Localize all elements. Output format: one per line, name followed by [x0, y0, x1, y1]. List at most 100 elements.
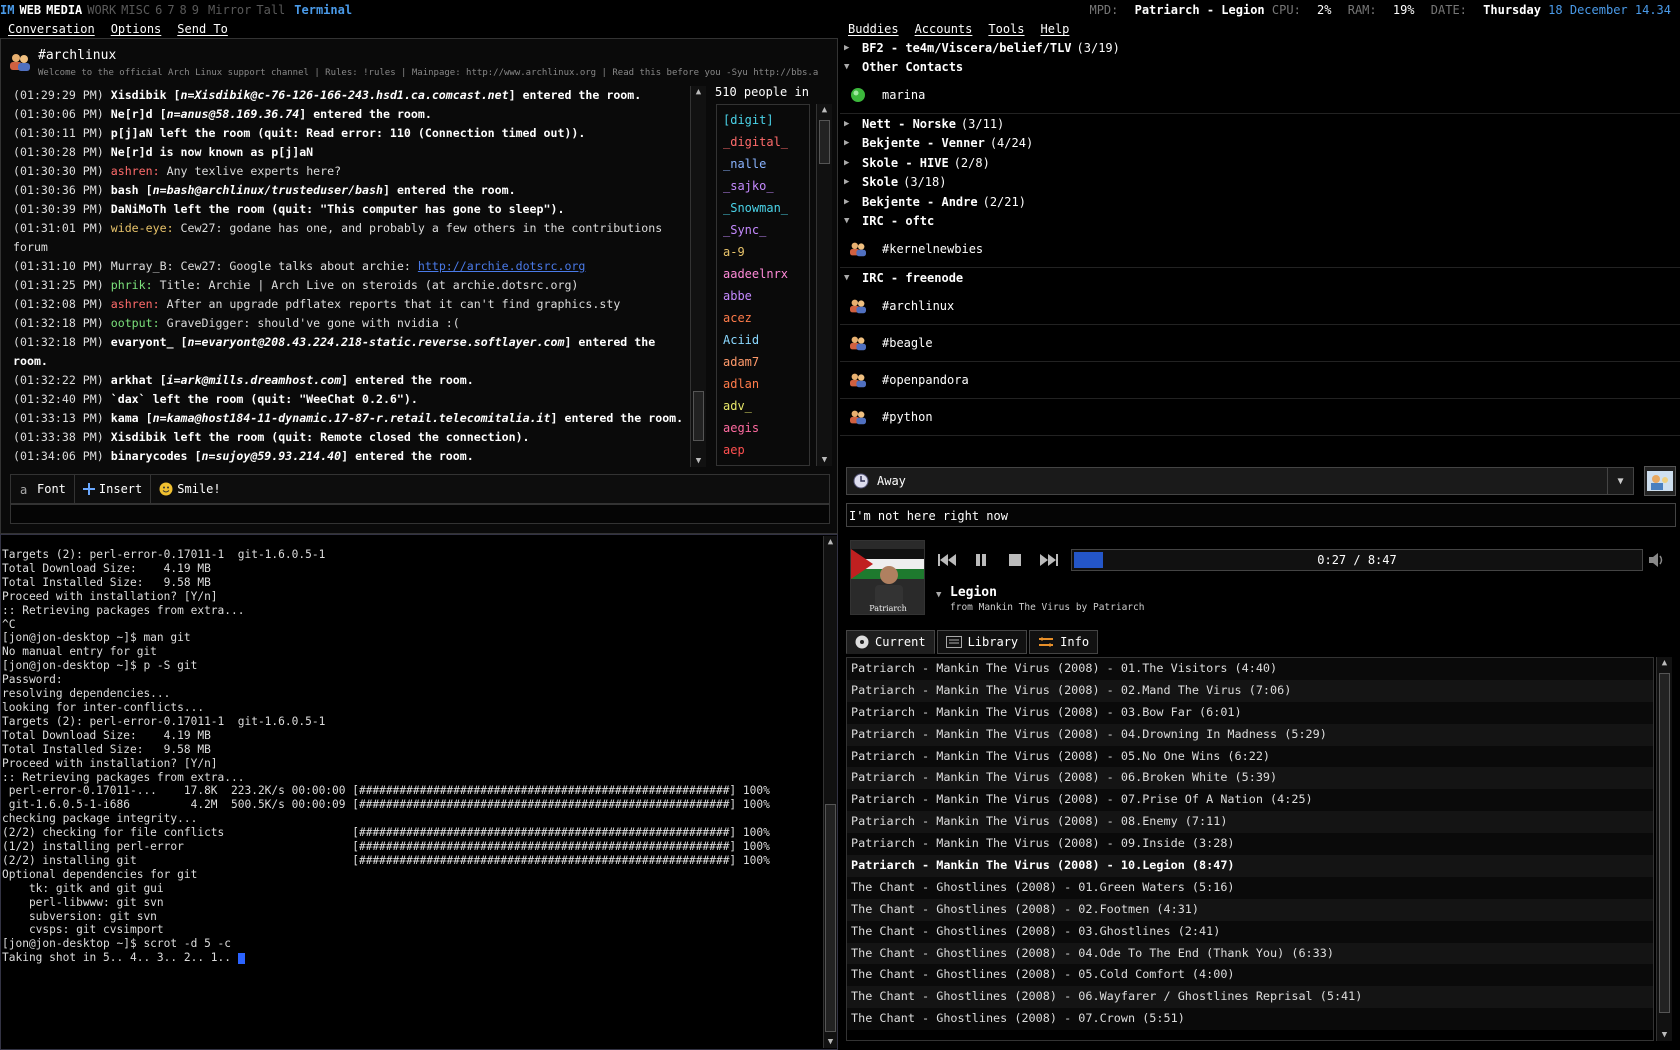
tag-9[interactable]: 9	[192, 3, 199, 17]
playlist-item[interactable]: Patriarch - Mankin The Virus (2008) - 08…	[847, 811, 1653, 834]
user-list-item[interactable]: _digital_	[717, 131, 809, 153]
tag-media[interactable]: MEDIA	[46, 3, 82, 17]
pause-button[interactable]	[970, 550, 992, 570]
user-list-item[interactable]: _nalle	[717, 153, 809, 175]
tag-8[interactable]: 8	[180, 3, 187, 17]
buddy-group[interactable]: ▶ Skole (3/18)	[840, 173, 1680, 193]
user-list-item[interactable]: _sajko_	[717, 175, 809, 197]
collapsed-triangle-icon[interactable]: ▶	[844, 158, 856, 168]
menu-help[interactable]: Help	[1041, 22, 1070, 36]
menu-tools[interactable]: Tools	[988, 22, 1024, 36]
volume-button[interactable]	[1648, 552, 1666, 571]
playlist-item[interactable]: The Chant - Ghostlines (2008) - 05.Cold …	[847, 964, 1653, 987]
sender-nick[interactable]: phrik:	[111, 278, 153, 292]
user-list-item[interactable]: _Sync_	[717, 219, 809, 241]
scroll-down-arrow[interactable]: ▼	[1657, 1029, 1672, 1041]
chat-scroll-thumb[interactable]	[693, 391, 704, 441]
tag-web[interactable]: WEB	[19, 3, 41, 17]
buddy-group[interactable]: ▶ Nett - Norske (3/11)	[840, 114, 1680, 134]
collapsed-triangle-icon[interactable]: ▶	[844, 177, 856, 187]
buddy-item[interactable]: #archlinux	[840, 288, 1680, 324]
expanded-triangle-icon[interactable]: ▼	[844, 62, 856, 72]
tag-misc[interactable]: MISC	[121, 3, 150, 17]
layout-tall[interactable]: Tall	[256, 3, 285, 17]
playlist-item[interactable]: The Chant - Ghostlines (2008) - 04.Ode T…	[847, 942, 1653, 965]
smile-button[interactable]: Smile!	[151, 475, 228, 503]
user-list-item[interactable]: aep	[717, 439, 809, 461]
seek-bar[interactable]: 0:27 / 8:47	[1071, 549, 1643, 571]
playlist-item[interactable]: Patriarch - Mankin The Virus (2008) - 01…	[847, 658, 1653, 680]
expand-track-icon[interactable]: ▼	[936, 590, 941, 600]
buddy-item[interactable]: #python	[840, 399, 1680, 435]
playlist-item[interactable]: The Chant - Ghostlines (2008) - 07.Crown…	[847, 1008, 1653, 1031]
terminal-scroll-thumb[interactable]	[825, 804, 836, 1032]
sender-nick[interactable]: ootput:	[111, 316, 160, 330]
user-list-item[interactable]: [digit]	[717, 109, 809, 131]
playlist-item[interactable]: Patriarch - Mankin The Virus (2008) - 07…	[847, 789, 1653, 812]
font-button[interactable]: a Font	[11, 475, 75, 503]
message-link[interactable]: http://archie.dotsrc.org	[418, 259, 586, 273]
user-list-item[interactable]: Aciid	[717, 329, 809, 351]
buddy-item[interactable]: #beagle	[840, 325, 1680, 361]
buddy-group[interactable]: ▶ Skole - HIVE (2/8)	[840, 153, 1680, 173]
playlist-item[interactable]: Patriarch - Mankin The Virus (2008) - 10…	[847, 855, 1653, 877]
user-list-item[interactable]: a-9	[717, 241, 809, 263]
tab-info[interactable]: Info	[1029, 630, 1099, 654]
user-list-item[interactable]: aadeelnrx	[717, 263, 809, 285]
sender-nick[interactable]: Murray_B:	[111, 259, 174, 273]
playlist-item[interactable]: The Chant - Ghostlines (2008) - 01.Green…	[847, 876, 1653, 899]
user-list-item[interactable]: adam7	[717, 351, 809, 373]
playlist-item[interactable]: Patriarch - Mankin The Virus (2008) - 02…	[847, 679, 1653, 702]
collapsed-triangle-icon[interactable]: ▶	[844, 43, 856, 53]
tag-7[interactable]: 7	[167, 3, 174, 17]
user-list-item[interactable]: abbe	[717, 285, 809, 307]
playlist-item[interactable]: The Chant - Ghostlines (2008) - 06.Wayfa…	[847, 986, 1653, 1009]
playlist-item[interactable]: Patriarch - Mankin The Virus (2008) - 04…	[847, 723, 1653, 746]
insert-button[interactable]: Insert	[75, 475, 152, 503]
menu-options[interactable]: Options	[111, 22, 162, 36]
scroll-up-arrow[interactable]: ▲	[1657, 657, 1672, 669]
userlist-scroll-thumb[interactable]	[819, 120, 830, 164]
buddy-group[interactable]: ▼ IRC - oftc	[840, 212, 1680, 232]
playlist-item[interactable]: Patriarch - Mankin The Virus (2008) - 06…	[847, 767, 1653, 790]
userlist-scrollbar[interactable]: ▲ ▼	[816, 104, 832, 466]
tab-current[interactable]: Current	[846, 630, 935, 654]
buddy-group[interactable]: ▶ Bekjente - Andre (2/21)	[840, 192, 1680, 212]
buddy-group[interactable]: ▶ BF2 - te4m/Viscera/belief/TLV (3/19)	[840, 38, 1680, 58]
collapsed-triangle-icon[interactable]: ▶	[844, 197, 856, 207]
sender-nick[interactable]: wide-eye:	[111, 221, 174, 235]
scroll-up-arrow[interactable]: ▲	[824, 536, 837, 548]
tag-work[interactable]: WORK	[87, 3, 116, 17]
stop-button[interactable]	[1004, 550, 1026, 570]
buddy-group[interactable]: ▼ Other Contacts	[840, 58, 1680, 78]
away-message-input[interactable]: I'm not here right now	[846, 503, 1676, 527]
chevron-down-icon[interactable]: ▼	[1607, 468, 1633, 494]
buddy-item[interactable]: #openpandora	[840, 362, 1680, 398]
buddy-item[interactable]: #kernelnewbies	[840, 231, 1680, 267]
tag-6[interactable]: 6	[155, 3, 162, 17]
menu-conversation[interactable]: Conversation	[8, 22, 95, 36]
terminal-scrollbar[interactable]: ▲ ▼	[823, 536, 837, 1048]
scroll-down-arrow[interactable]: ▼	[824, 1036, 837, 1048]
user-list-item[interactable]: aegis	[717, 417, 809, 439]
scroll-down-arrow[interactable]: ▼	[691, 455, 706, 467]
collapsed-triangle-icon[interactable]: ▶	[844, 119, 856, 129]
expanded-triangle-icon[interactable]: ▼	[844, 273, 856, 283]
buddy-group[interactable]: ▶ Bekjente - Venner (4/24)	[840, 134, 1680, 154]
scroll-up-arrow[interactable]: ▲	[817, 104, 832, 116]
menu-accounts[interactable]: Accounts	[915, 22, 973, 36]
sender-nick[interactable]: ashren:	[111, 164, 160, 178]
message-input[interactable]	[10, 504, 830, 524]
menu-send-to[interactable]: Send To	[177, 22, 228, 36]
user-list-item[interactable]: adlan	[717, 373, 809, 395]
playlist-item[interactable]: Patriarch - Mankin The Virus (2008) - 05…	[847, 745, 1653, 768]
playlist-scroll-thumb[interactable]	[1659, 673, 1670, 1013]
collapsed-triangle-icon[interactable]: ▶	[844, 138, 856, 148]
layout-mirror[interactable]: Mirror	[208, 3, 251, 17]
user-list-item[interactable]: acez	[717, 307, 809, 329]
chat-scrollbar[interactable]: ▲ ▼	[690, 86, 706, 467]
previous-button[interactable]	[936, 550, 958, 570]
user-list-item[interactable]: adv_	[717, 395, 809, 417]
playlist-item[interactable]: The Chant - Ghostlines (2008) - 03.Ghost…	[847, 920, 1653, 943]
buddy-icon-button[interactable]	[1644, 466, 1676, 496]
